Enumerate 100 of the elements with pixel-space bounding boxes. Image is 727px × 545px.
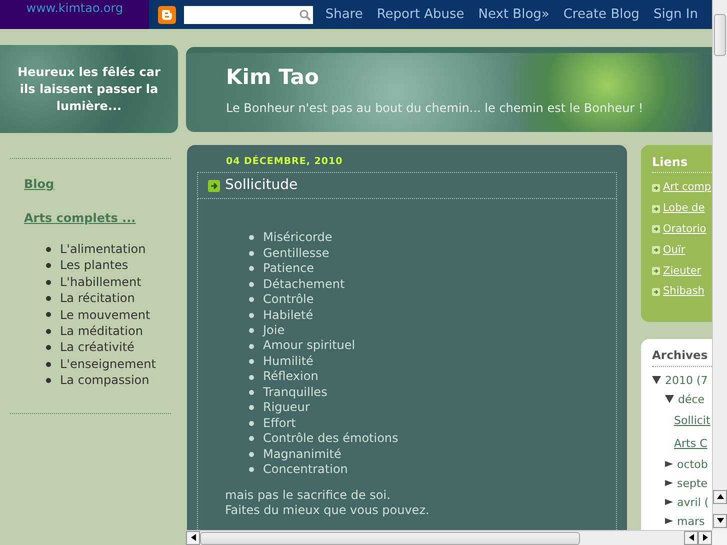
tagline-text: Heureux les fêlés car ils laissent passer la lumière... [16,64,162,114]
archive-period[interactable]: déce [678,390,705,409]
horizontal-scrollbar[interactable] [186,530,712,545]
down-triangle-icon[interactable] [665,395,674,404]
post-paragraph: Faites du mieux que vous pouvez. [225,503,430,518]
bullet-icon [249,312,254,318]
bullet-icon [249,282,254,287]
bullet-icon [249,235,254,240]
blog-title[interactable]: Kim Tao [226,65,712,90]
scrollbar-corner [712,530,727,545]
up-arrow-icon[interactable] [716,494,724,500]
post-title: Sollicitude [225,176,298,196]
blog-description: Le Bonheur n'est pas au bout du chemin... le chemin est le Bonheur ! [226,100,644,118]
sidebar-item: La récitation [60,290,135,307]
arrow-icon [652,288,660,296]
sidebar-item: L'alimentation [60,241,146,258]
list-item: Contrôle [263,292,314,308]
scroll-right-button[interactable] [698,531,712,545]
right-triangle-icon[interactable] [665,518,673,524]
bullet-icon [46,280,51,285]
bullet-icon [46,378,51,383]
bullet-icon [249,359,254,364]
list-item: Joie [263,322,285,338]
bullet-icon [249,420,254,426]
bullet-icon [46,328,51,334]
bullet-icon [249,344,254,349]
sidebar-heading-link[interactable]: Arts complets ... [24,209,171,227]
list-item: Concentration [263,462,348,478]
arrow-icon [652,246,660,254]
bullet-icon [249,390,254,395]
bullet-icon [249,467,254,472]
list-item: Gentillesse [263,246,330,262]
right-triangle-icon[interactable] [665,461,673,468]
bullet-icon [249,250,254,256]
list-item: Contrôle des émotions [263,431,398,447]
sidebar-item: La compassion [60,372,150,389]
sidebar-item: L'enseignement [60,356,156,372]
right-triangle-icon[interactable] [665,499,673,506]
bullet-icon [249,436,254,442]
bullet-icon [249,374,254,380]
bullet-icon [46,345,51,350]
bullet-icon [249,405,254,410]
navbar-link[interactable]: Create Blog [563,4,640,24]
scroll-up-button[interactable] [713,490,727,504]
bullet-icon [249,297,254,302]
archive-period[interactable]: avril ( [677,492,709,512]
scroll-thumb[interactable] [200,532,580,544]
list-item: Magnanimité [263,446,342,462]
bullet-icon [46,246,51,252]
list-item: Tranquilles [263,384,328,400]
search-icon[interactable] [299,8,312,20]
sidebar-item: La créativité [60,339,134,356]
archive-period[interactable]: 2010 (7 [665,370,708,390]
bullet-icon [46,312,51,318]
archive-period[interactable]: mars [677,512,705,530]
arrow-icon [652,184,660,192]
blogger-logo-icon[interactable] [158,6,176,24]
navbar-link[interactable]: Share [325,4,363,24]
left-arrow-icon[interactable] [190,534,196,542]
arrow-icon [652,204,660,213]
down-triangle-icon[interactable] [652,376,661,384]
list-item: Réflexion [263,369,318,385]
down-arrow-icon[interactable] [716,518,724,524]
search-field[interactable] [184,6,314,24]
bullet-icon [249,266,254,272]
bullet-icon [249,328,254,334]
list-item: Rigueur [263,400,310,416]
list-item: Habileté [263,308,314,323]
list-item: Détachement [263,276,345,292]
right-arrow-icon[interactable] [702,534,708,542]
list-item: Humilité [263,354,314,370]
list-item: Patience [263,261,314,277]
arrow-icon [652,266,660,275]
sidebar-item: Les plantes [60,257,128,274]
sidebar-item: Le mouvement [60,306,150,324]
archive-post-link[interactable]: Arts C [674,432,708,455]
post-date: 04 DÉCEMBRE, 2010 [226,155,344,169]
scroll-left-button[interactable] [684,531,698,545]
list-item: Miséricorde [263,230,332,246]
archive-period[interactable]: septe [677,474,708,493]
bullet-icon [46,263,51,268]
scroll-left-button[interactable] [186,531,200,545]
bullet-icon [46,362,51,367]
navbar-link[interactable]: Report Abuse [376,4,464,24]
post-paragraph: mais pas le sacrifice de soi. [225,488,392,503]
navbar-link[interactable]: Next Blog» [478,4,550,24]
navbar-link[interactable]: Sign In [653,4,698,24]
list-item: Amour spirituel [263,338,356,354]
bullet-icon [249,452,254,457]
arrow-icon [208,180,220,192]
scroll-down-button[interactable] [713,514,727,528]
sidebar-item: L'habillement [60,274,142,290]
right-triangle-icon[interactable] [665,480,673,486]
archive-period[interactable]: octob [677,454,708,474]
left-arrow-icon[interactable] [688,534,694,542]
sidebar-item: La méditation [60,323,143,340]
sidebar-heading-link[interactable]: Blog [24,175,171,193]
bullet-icon [46,296,51,301]
archive-post-link[interactable]: Sollicit [674,408,710,432]
scroll-thumb[interactable] [714,14,726,56]
